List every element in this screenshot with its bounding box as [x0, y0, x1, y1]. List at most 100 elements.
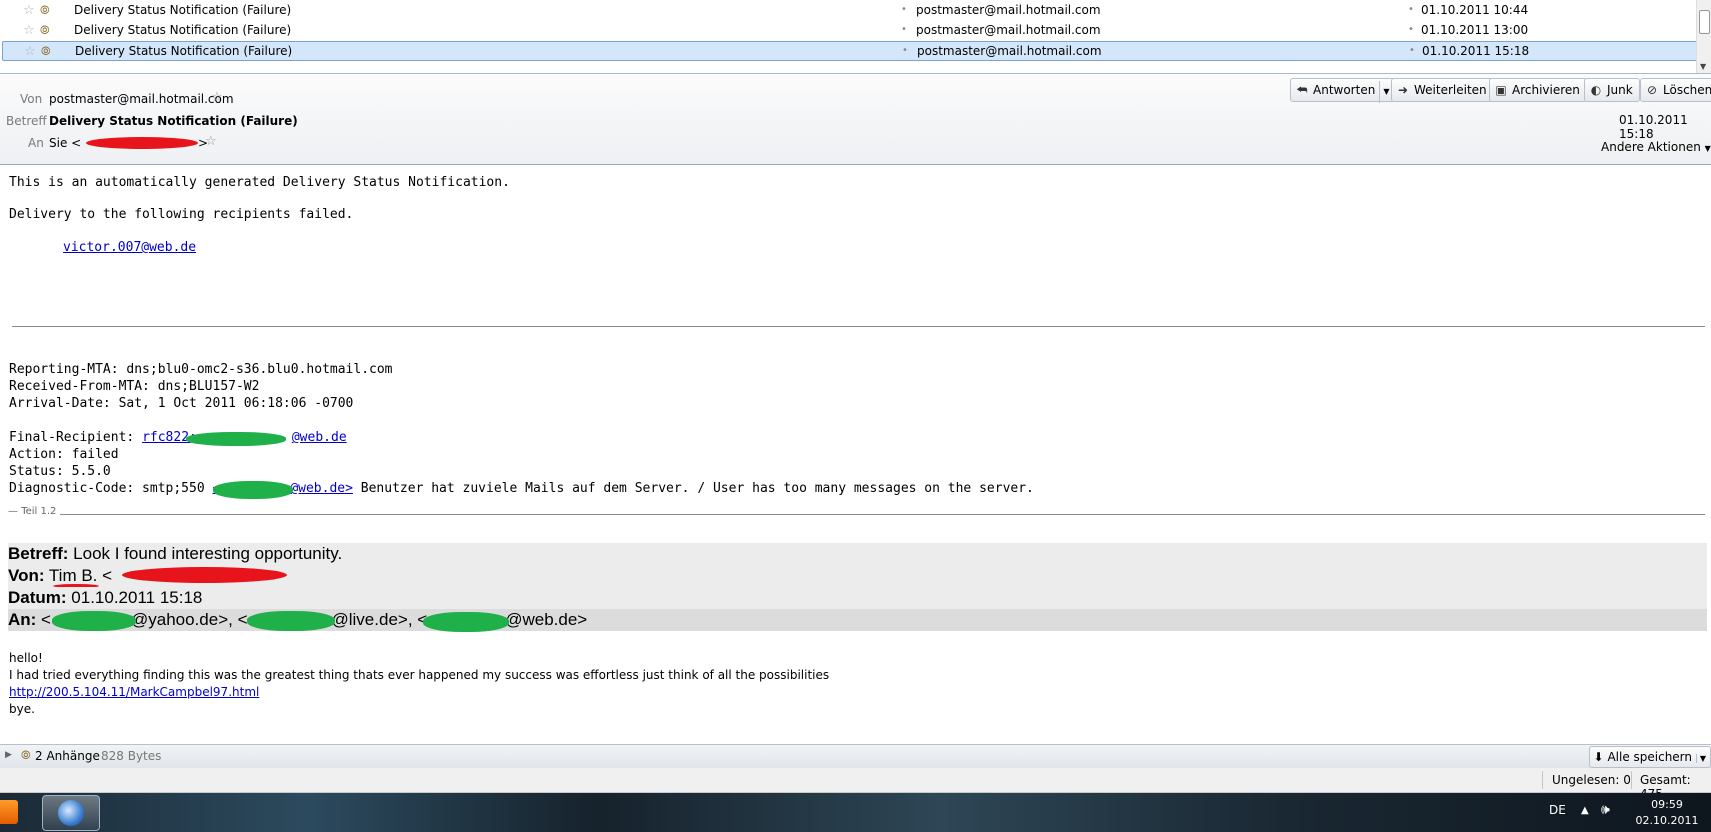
reply-arrow-icon: ⮪ — [1296, 83, 1308, 97]
archive-box-icon: ▣ — [1495, 83, 1507, 97]
from-address[interactable]: postmaster@mail.hotmail.com — [49, 92, 234, 106]
message-list[interactable]: ☆ ⦾ Delivery Status Notification (Failur… — [0, 0, 1711, 74]
unread-count: Ungelesen: 0 — [1552, 773, 1631, 787]
message-row-selected[interactable]: ☆ ⦾ Delivery Status Notification (Failur… — [2, 41, 1700, 61]
arrival-date: Arrival-Date: Sat, 1 Oct 2011 06:18:06 -… — [9, 396, 354, 411]
message-row[interactable]: ☆ ⦾ Delivery Status Notification (Failur… — [2, 21, 1698, 40]
reply-button[interactable]: ⮪ Antworten ▼ — [1290, 78, 1397, 103]
clock-time: 09:59 — [1651, 798, 1683, 811]
delete-label: Löschen — [1663, 83, 1711, 97]
forward-button[interactable]: ➜ Weiterleiten — [1391, 78, 1494, 102]
scrollbar-thumb[interactable] — [1699, 10, 1710, 34]
forwarded-to-start: < — [36, 610, 51, 629]
star-icon[interactable]: ☆ — [23, 1, 35, 20]
message-body: This is an automatically generated Deliv… — [0, 165, 1711, 742]
from-label: Von — [20, 92, 43, 106]
message-date: 01.10.2011 15:18 — [1619, 113, 1688, 141]
add-contact-star-icon[interactable]: ☆ — [211, 90, 223, 105]
spam-link[interactable]: http://200.5.104.11/MarkCampbel97.html — [9, 685, 259, 699]
other-actions-label: Andere Aktionen — [1601, 140, 1701, 154]
redaction-mark — [247, 611, 335, 631]
expand-twisty-icon[interactable]: ▶ — [5, 750, 12, 760]
action-status: Action: failed — [9, 447, 119, 462]
redaction-mark — [52, 611, 136, 631]
forwarded-from-label: Von: — [8, 566, 45, 585]
body-line: This is an automatically generated Deliv… — [9, 175, 510, 190]
forwarded-to-yahoo: @yahoo.de>, < — [130, 610, 248, 629]
to-prefix: Sie < — [49, 136, 82, 150]
part-label: — Teil 1.2 — [8, 506, 61, 517]
taskbar-thunderbird-button[interactable] — [42, 795, 100, 831]
junk-flame-icon: ◐ — [1590, 83, 1602, 97]
other-actions-menu[interactable]: Andere Aktionen ▼ — [1601, 140, 1711, 154]
final-recipient-link-end: @web.de — [291, 430, 347, 445]
divider — [12, 326, 1705, 327]
final-recipient: Final-Recipient: rfc822; @web.de — [9, 430, 347, 445]
junk-label: Junk — [1607, 83, 1633, 97]
paperclip-icon: ⦾ — [41, 44, 51, 58]
message-date: 01.10.2011 10:44 — [1421, 3, 1529, 17]
junk-status-dot[interactable]: • — [1408, 0, 1414, 19]
read-status-dot[interactable]: • — [902, 41, 908, 60]
diagnostic-label: Diagnostic-Code: smtp;550 — [9, 481, 213, 496]
forwarded-date-label: Datum: — [8, 588, 67, 607]
archive-button[interactable]: ▣ Archivieren — [1489, 78, 1587, 102]
reply-dropdown-icon[interactable]: ▼ — [1379, 81, 1389, 103]
message-header-pane: Von postmaster@mail.hotmail.com ☆ Betref… — [0, 74, 1711, 165]
taskbar-app-icon[interactable] — [0, 800, 18, 824]
final-recipient-label: Final-Recipient: — [9, 430, 143, 445]
message-sender: postmaster@mail.hotmail.com — [916, 3, 1101, 17]
status-bar: Ungelesen: 0 Gesamt: 475 — [0, 768, 1711, 801]
attachment-count[interactable]: 2 Anhänge — [35, 749, 100, 763]
scroll-down-arrow-icon[interactable]: ▼ — [1700, 62, 1706, 71]
attachment-bar[interactable]: ▶ ⦾ 2 Anhänge 828 Bytes ⬇ Alle speichern… — [0, 744, 1711, 769]
reply-label: Antworten — [1313, 83, 1376, 97]
junk-button[interactable]: ◐ Junk — [1584, 78, 1640, 102]
redaction-mark — [423, 612, 509, 632]
thunderbird-icon — [58, 800, 84, 826]
star-icon[interactable]: ☆ — [24, 42, 36, 61]
read-status-dot[interactable]: • — [901, 20, 907, 39]
failed-recipient-anchor[interactable]: victor.007@web.de — [63, 240, 196, 255]
forward-arrow-icon: ➜ — [1397, 83, 1409, 97]
failed-recipient-link[interactable]: victor.007@web.de — [63, 240, 196, 255]
paperclip-icon: ⦾ — [40, 3, 50, 17]
body-line: Delivery to the following recipients fai… — [9, 207, 354, 222]
message-sender: postmaster@mail.hotmail.com — [917, 44, 1102, 58]
greeting: hello! — [9, 651, 43, 665]
delete-button[interactable]: ⊘ Löschen — [1640, 78, 1711, 102]
system-clock[interactable]: 09:59 02.10.2011 — [1628, 797, 1706, 829]
forwarded-to-label: An: — [8, 610, 37, 629]
read-status-dot[interactable]: • — [901, 0, 907, 19]
forwarded-to-live: @live.de>, < — [331, 610, 428, 629]
language-indicator[interactable]: DE — [1549, 803, 1566, 817]
spam-text: I had tried everything finding this was … — [9, 668, 830, 682]
signoff: bye. — [9, 702, 35, 716]
message-sender: postmaster@mail.hotmail.com — [916, 23, 1101, 37]
forward-label: Weiterleiten — [1414, 83, 1487, 97]
redaction-mark — [86, 137, 198, 149]
subject-label: Betreff — [6, 114, 47, 128]
star-icon[interactable]: ☆ — [23, 21, 35, 40]
junk-status-dot[interactable]: • — [1408, 20, 1414, 39]
junk-status-dot[interactable]: • — [1409, 41, 1415, 60]
chevron-down-icon: ▼ — [1704, 144, 1711, 153]
taskbar: DE ▲ 🕪 09:59 02.10.2011 — [0, 793, 1711, 832]
part-label-text: Teil 1.2 — [21, 506, 57, 517]
forwarded-from-name: Tim B. < — [44, 566, 113, 585]
add-contact-star-icon[interactable]: ☆ — [205, 134, 217, 149]
save-all-button[interactable]: ⬇ Alle speichern ▼ — [1588, 746, 1711, 768]
message-list-scrollbar[interactable]: ▼ — [1696, 0, 1711, 73]
clock-date: 02.10.2011 — [1635, 814, 1699, 827]
message-row[interactable]: ☆ ⦾ Delivery Status Notification (Failur… — [2, 1, 1698, 20]
delete-icon: ⊘ — [1646, 83, 1658, 97]
spam-link-anchor[interactable]: http://200.5.104.11/MarkCampbel97.html — [9, 685, 259, 699]
save-all-dropdown-icon[interactable]: ▼ — [1695, 754, 1706, 763]
volume-icon[interactable]: 🕪 — [1601, 802, 1610, 818]
forwarded-date: Datum: 01.10.2011 15:18 — [8, 587, 1707, 609]
forwarded-to-web: @web.de> — [505, 610, 588, 629]
show-hidden-icons-icon[interactable]: ▲ — [1581, 805, 1589, 816]
message-date: 01.10.2011 13:00 — [1421, 23, 1529, 37]
forwarded-subject: Betreff: Look I found interesting opport… — [8, 543, 1707, 565]
message-subject: Delivery Status Notification (Failure) — [75, 44, 293, 58]
